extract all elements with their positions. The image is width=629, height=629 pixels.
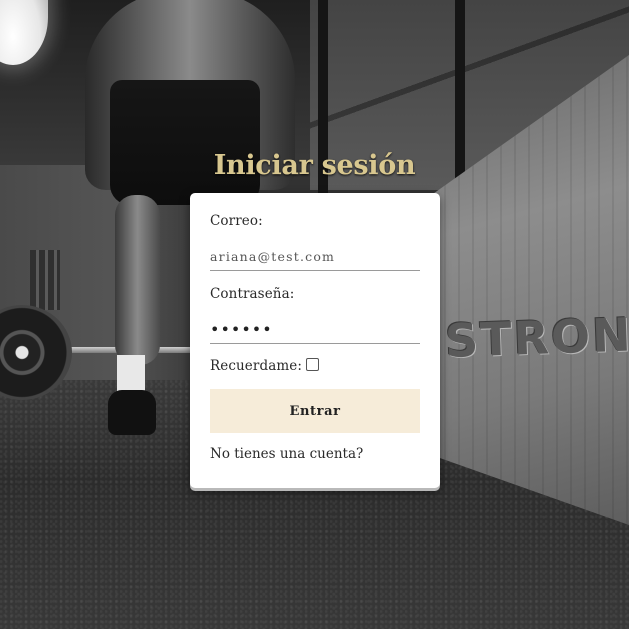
athlete-leg — [115, 195, 160, 365]
athlete-shoe — [108, 390, 156, 435]
email-field[interactable] — [210, 237, 420, 271]
remember-label: Recuerdame: — [210, 358, 302, 374]
password-field[interactable] — [210, 310, 420, 344]
athlete-sock — [117, 355, 145, 395]
shelf — [30, 250, 60, 310]
email-label: Correo: — [210, 213, 263, 229]
password-label: Contraseña: — [210, 286, 295, 302]
page-title: Iniciar sesión — [213, 150, 416, 181]
login-form: Correo: Contraseña: Recuerdame: Entrar N… — [190, 193, 440, 488]
box-painted-text: STRONG — [444, 306, 629, 368]
remember-checkbox[interactable] — [305, 357, 319, 371]
signup-link[interactable]: No tienes una cuenta? — [210, 446, 420, 462]
remember-row: Recuerdame: — [210, 356, 420, 376]
athlete-shorts — [110, 80, 260, 205]
submit-button[interactable]: Entrar — [210, 389, 420, 433]
